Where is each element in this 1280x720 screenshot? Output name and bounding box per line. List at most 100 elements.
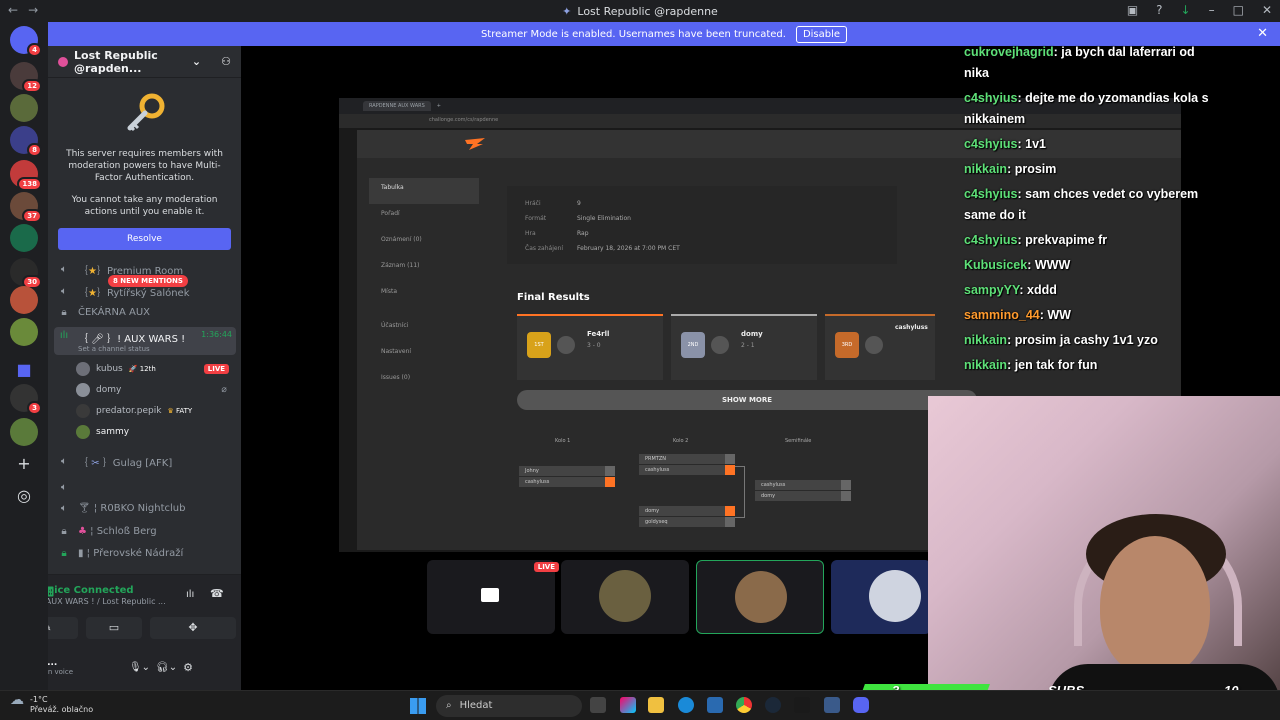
help-icon[interactable]: ? bbox=[1156, 3, 1162, 17]
nav-item[interactable]: Místa bbox=[369, 282, 479, 308]
server-icon-9[interactable] bbox=[10, 318, 38, 346]
bracket-match[interactable]: Johny cashyluss bbox=[519, 466, 615, 488]
voice-user-sammy[interactable]: sammy bbox=[76, 425, 129, 439]
nav-item[interactable]: Nastavení bbox=[369, 342, 479, 368]
server-header[interactable]: Lost Republic @rapden... ⌄ ⚇ bbox=[48, 46, 241, 78]
participant-tile[interactable] bbox=[561, 560, 689, 634]
speaker-icon: 🔈︎ bbox=[61, 482, 67, 493]
steam-icon[interactable] bbox=[765, 697, 781, 713]
resolve-button[interactable]: Resolve bbox=[58, 228, 231, 250]
close-banner-icon[interactable]: ✕ bbox=[1257, 26, 1268, 41]
folder-icon[interactable]: ■ bbox=[14, 360, 34, 380]
avatar bbox=[76, 362, 90, 376]
bracket-match[interactable]: domy goldyseq bbox=[639, 506, 735, 528]
chat-nick: nikkain bbox=[964, 333, 1008, 347]
stream-tile[interactable]: LIVE bbox=[427, 560, 559, 634]
nav-item[interactable]: Tabulka bbox=[369, 178, 479, 204]
channel-muted-speaker[interactable]: 🔈︎ bbox=[58, 482, 70, 493]
nav-item[interactable]: Záznam (11) bbox=[369, 256, 479, 282]
noise-suppression-icon[interactable]: ılı bbox=[186, 589, 194, 600]
invite-icon[interactable]: ⚇ bbox=[221, 55, 231, 68]
server-icon-4[interactable]: 138 bbox=[10, 160, 42, 191]
channel-status[interactable]: Set a channel status bbox=[78, 345, 232, 353]
task-view-icon[interactable] bbox=[590, 697, 606, 713]
channel-label: ♣ ¦ Schloß Berg bbox=[78, 526, 157, 537]
settings-gear-icon[interactable]: ⚙ bbox=[183, 661, 193, 674]
channel-cekarna[interactable]: 🔒︎ ČEKÁRNA AUX bbox=[58, 307, 150, 318]
voice-activity-icon: ılı bbox=[59, 330, 69, 341]
round-label: Kolo 2 bbox=[673, 438, 689, 444]
camera-button[interactable]: ✎ bbox=[48, 617, 78, 639]
server-icon-2[interactable] bbox=[10, 94, 38, 122]
server-icon-1[interactable]: 12 bbox=[10, 62, 42, 93]
channel-schloss[interactable]: 🔒︎ ♣ ¦ Schloß Berg bbox=[58, 526, 157, 537]
close-window-icon[interactable]: ✕ bbox=[1262, 3, 1272, 17]
server-icon-10[interactable]: 3 bbox=[10, 384, 42, 415]
channel-gulag[interactable]: 🔈︎ ｛ ✂ ｝Gulag [AFK] bbox=[58, 454, 172, 469]
disable-button[interactable]: Disable bbox=[795, 25, 848, 43]
chat-message: sammino_44: WW bbox=[964, 305, 1222, 326]
chat-text: : prosim ja cashy 1v1 yzo bbox=[1007, 333, 1158, 347]
nav-item[interactable]: Issues (0) bbox=[369, 368, 479, 394]
voice-user-predator[interactable]: predator.pepik ♛ FATY bbox=[76, 404, 192, 418]
server-badge: 3 bbox=[27, 401, 42, 415]
result-card: 3RD cashyluss bbox=[825, 314, 935, 380]
obs-icon[interactable] bbox=[794, 697, 810, 713]
store-icon[interactable] bbox=[707, 697, 723, 713]
windows-start-icon[interactable] bbox=[410, 698, 426, 714]
direct-messages-button[interactable]: 4 bbox=[10, 26, 42, 57]
headphones-icon[interactable]: 🎧︎⌄ bbox=[156, 662, 177, 673]
forward-arrow-icon[interactable]: → bbox=[28, 3, 38, 17]
voice-user-domy[interactable]: domy ⌀ bbox=[76, 383, 227, 397]
participant-tile-speaking[interactable] bbox=[696, 560, 824, 634]
server-icon-3[interactable]: 8 bbox=[10, 126, 42, 157]
new-mentions-badge[interactable]: 8 NEW MENTIONS bbox=[108, 275, 188, 287]
discord-icon[interactable] bbox=[853, 697, 869, 713]
chat-text: : WWW bbox=[1027, 258, 1071, 272]
chevron-down-icon: ⌄ bbox=[191, 55, 202, 68]
add-server-icon[interactable]: + bbox=[14, 454, 34, 474]
bracket-match[interactable]: cashyluss domy bbox=[755, 480, 851, 502]
minimize-icon[interactable]: – bbox=[1209, 3, 1215, 17]
server-icon-7[interactable]: 30 bbox=[10, 258, 42, 289]
chrome-icon[interactable] bbox=[736, 697, 752, 713]
participant-tile[interactable] bbox=[831, 560, 931, 634]
nav-item[interactable]: Pořadí bbox=[369, 204, 479, 230]
live-badge: LIVE bbox=[203, 364, 230, 374]
channel-aux-wars[interactable]: ılı ｛ 🎤︎ ｝! AUX WARS ! 1:36:44 Set a cha… bbox=[54, 327, 236, 355]
notepad-icon[interactable] bbox=[824, 697, 840, 713]
download-icon[interactable]: ↓ bbox=[1181, 3, 1191, 17]
back-arrow-icon[interactable]: ← bbox=[8, 3, 18, 17]
chat-nick: Kubusicek bbox=[964, 258, 1028, 272]
server-icon-11[interactable] bbox=[10, 418, 38, 446]
server-badge: 8 bbox=[27, 143, 42, 157]
voice-channel-path[interactable]: ! AUX WARS ! / Lost Republic ... bbox=[48, 597, 180, 606]
channel-robko[interactable]: 🔈︎ 🍸︎ ¦ R0BKO Nightclub bbox=[58, 503, 185, 514]
file-explorer-icon[interactable] bbox=[648, 697, 664, 713]
channel-prerov[interactable]: 🔒︎ ▮ ¦ Přerovské Nádraží bbox=[58, 548, 183, 559]
microphone-icon[interactable]: 🎙︎⌄ bbox=[129, 662, 150, 673]
server-icon-5[interactable]: 37 bbox=[10, 192, 42, 223]
show-more-button[interactable]: SHOW MORE bbox=[517, 390, 977, 410]
server-badge: 138 bbox=[17, 177, 42, 191]
discover-icon[interactable]: ◎ bbox=[14, 486, 34, 506]
disconnect-icon[interactable]: ☎︎ bbox=[210, 587, 224, 600]
maximize-icon[interactable]: □ bbox=[1233, 3, 1244, 17]
server-icon-8[interactable] bbox=[10, 286, 38, 314]
copilot-icon[interactable] bbox=[620, 697, 636, 713]
taskbar-search[interactable]: ⌕ Hledat bbox=[436, 695, 582, 717]
nav-item[interactable]: Oznámení (0) bbox=[369, 230, 479, 256]
server-icon-6[interactable] bbox=[10, 224, 38, 252]
inbox-icon[interactable]: ▣ bbox=[1127, 3, 1138, 17]
voice-connected-label[interactable]: Voice Connected bbox=[48, 585, 134, 596]
bracket-match[interactable]: PRMTZN cashyluss bbox=[639, 454, 735, 476]
mfa-text-1: This server requires members with modera… bbox=[66, 149, 223, 183]
gold-medal-icon: 1ST bbox=[527, 332, 551, 358]
weather-widget[interactable]: ☁ -1°C Převáž. oblačno bbox=[10, 693, 93, 715]
voice-user-kubus[interactable]: kubus 🚀 12th LIVE bbox=[76, 362, 230, 376]
activities-button[interactable]: ✥ bbox=[150, 617, 236, 639]
chat-nick: c4shyius bbox=[964, 137, 1018, 151]
screen-share-button[interactable]: ▭ bbox=[86, 617, 142, 639]
edge-icon[interactable] bbox=[678, 697, 694, 713]
nav-item[interactable]: Účastníci bbox=[369, 316, 479, 342]
